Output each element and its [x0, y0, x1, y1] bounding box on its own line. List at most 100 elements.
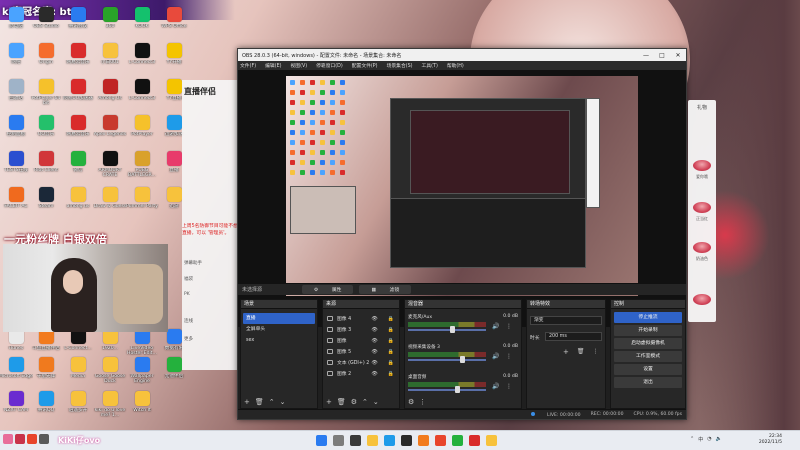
desktop-icon[interactable]: PotPlayer 64 bit — [30, 76, 62, 112]
desktop-icon[interactable]: 微信 — [62, 148, 94, 184]
lock-icon[interactable]: 🔒 — [388, 327, 394, 333]
volume-slider-knob[interactable] — [460, 356, 465, 363]
desktop-icon[interactable]: among us — [62, 184, 94, 220]
netease-music-icon[interactable] — [435, 435, 446, 446]
trash-icon[interactable]: 🗑 — [577, 348, 585, 356]
obs-preview-canvas[interactable] — [286, 76, 638, 296]
more-icon[interactable]: ⋮ — [419, 398, 426, 406]
obs-titlebar[interactable]: OBS 28.0.3 (64-bit, windows) - 配置文件: 未命名… — [238, 49, 686, 61]
desktop-icon[interactable]: FACEIT AC — [0, 184, 32, 220]
desktop-icon[interactable]: L-Connect3 — [126, 76, 158, 112]
obs-window[interactable]: OBS 28.0.3 (64-bit, windows) - 配置文件: 未命名… — [237, 48, 687, 420]
desktop-icon[interactable]: Origin — [30, 40, 62, 76]
more-icon[interactable]: ⋮ — [593, 348, 599, 356]
desktop-icon[interactable]: 回收站 — [0, 76, 32, 112]
wifi-icon[interactable]: ◔ — [707, 436, 711, 443]
desktop-icon[interactable]: 360 — [94, 4, 126, 40]
desktop-icon[interactable]: YY开播 — [158, 40, 190, 76]
trash-icon[interactable]: 🗑 — [337, 398, 346, 406]
menu-help[interactable]: 帮助(H) — [447, 62, 464, 69]
properties-button[interactable]: ⚙ 属性 — [302, 285, 354, 294]
desktop-icon[interactable]: 逍遥多开 — [62, 388, 94, 424]
desktop-icon[interactable]: 小白001 — [94, 40, 126, 76]
lips-gift-icon[interactable] — [693, 294, 711, 305]
eye-icon[interactable]: 👁 — [371, 327, 377, 333]
desktop-icon[interactable]: PotPlayer — [126, 112, 158, 148]
volume-slider-track[interactable] — [408, 389, 486, 391]
desktop-icon[interactable]: Microsoft Edge — [0, 354, 33, 390]
move-up-icon[interactable]: ⌃ — [362, 398, 368, 406]
desktop-icon[interactable]: Draw & Guess — [94, 184, 126, 220]
menu-profile[interactable]: 配置文件(P) — [352, 62, 378, 69]
desktop-icon[interactable]: 网易云音乐 — [62, 112, 94, 148]
volume-icon[interactable]: 🔈 — [716, 436, 722, 443]
maximize-button[interactable]: □ — [654, 52, 670, 59]
move-up-icon[interactable]: ⌃ — [269, 398, 275, 406]
desktop-icon[interactable]: NZXT CAM — [0, 388, 32, 424]
source-item[interactable]: 图像 3 👁 🔒 — [325, 324, 397, 335]
search-icon[interactable] — [333, 435, 344, 446]
lips-gift-icon[interactable] — [693, 160, 711, 171]
filters-button[interactable]: ▦ 滤镜 — [359, 285, 412, 294]
desktop-icon[interactable]: 此电脑 — [0, 4, 32, 40]
lock-icon[interactable]: 🔒 — [388, 371, 394, 377]
move-down-icon[interactable]: ⌄ — [373, 398, 379, 406]
exit-button[interactable]: 退出 — [614, 377, 682, 388]
volume-slider-track[interactable] — [408, 359, 486, 361]
desktop-icon[interactable]: 腾讯QQ — [30, 388, 62, 424]
minimize-button[interactable]: — — [638, 52, 654, 59]
volume-slider-track[interactable] — [408, 329, 486, 331]
app-icon[interactable] — [469, 435, 480, 446]
menu-edit[interactable]: 编辑(E) — [265, 62, 281, 69]
scene-item[interactable]: 全屏单头 — [243, 324, 315, 335]
stop-streaming-button[interactable]: 停止推流 — [614, 312, 682, 323]
speaker-icon[interactable]: 🔊 — [492, 383, 499, 390]
douyu-icon[interactable] — [418, 435, 429, 446]
obs-icon[interactable] — [401, 435, 412, 446]
desktop-icon[interactable]: Riot Client — [30, 148, 62, 184]
menu-docks[interactable]: 停靠窗口(D) — [316, 62, 343, 69]
studio-mode-button[interactable]: 工作室模式 — [614, 351, 682, 362]
speaker-icon[interactable]: 🔊 — [492, 323, 499, 330]
live-panel-row[interactable]: PK — [184, 292, 190, 297]
desktop-icon[interactable]: Media — [62, 354, 94, 390]
input-method-indicator[interactable]: 中 — [698, 436, 703, 443]
live-panel-row[interactable]: 弹幕助手 — [184, 260, 202, 266]
eye-icon[interactable]: 👁 — [371, 316, 377, 322]
source-item[interactable]: 图像 2 👁 🔒 — [325, 368, 397, 379]
desktop-icon[interactable]: 网易云音乐 — [62, 40, 94, 76]
desktop-icon[interactable]: Pummel Party — [126, 184, 158, 220]
lock-icon[interactable]: 🔒 — [388, 360, 394, 366]
live-panel-row[interactable]: 连线 — [184, 318, 193, 324]
source-item[interactable]: 图像 👁 🔒 — [325, 335, 397, 346]
settings-button[interactable]: 设置 — [614, 364, 682, 375]
close-button[interactable]: ✕ — [670, 52, 686, 59]
scene-item[interactable]: sex — [243, 335, 315, 346]
source-item[interactable]: 图像 5 👁 🔒 — [325, 346, 397, 357]
chevron-up-icon[interactable]: ⌃ — [690, 436, 694, 443]
desktop-icon[interactable]: Among Us — [94, 76, 126, 112]
scene-item[interactable]: 直播 — [243, 313, 315, 324]
eye-icon[interactable]: 👁 — [371, 349, 377, 355]
desktop-icon[interactable]: QQ音乐 — [30, 112, 62, 148]
gear-icon[interactable]: ⋮ — [506, 323, 512, 330]
desktop-icon[interactable]: Witch It — [126, 388, 158, 424]
add-icon[interactable]: + — [244, 398, 250, 406]
live-panel-row[interactable]: 更多 — [184, 336, 193, 342]
eye-icon[interactable]: 👁 — [371, 338, 377, 344]
duration-input[interactable]: 200 ms — [545, 332, 602, 341]
source-item[interactable]: 文本 (GDI+) 2 👁 🔒 — [325, 357, 397, 368]
desktop-icon[interactable]: OBS Studio — [30, 4, 62, 40]
menu-file[interactable]: 文件(F) — [240, 62, 256, 69]
gear-icon[interactable]: ⚙ — [351, 398, 357, 406]
lips-gift-icon[interactable] — [693, 242, 711, 253]
move-down-icon[interactable]: ⌄ — [280, 398, 286, 406]
transition-select[interactable]: 渐变 — [530, 316, 602, 325]
desktop-icon[interactable]: WPS Office — [158, 4, 190, 40]
desktop-icon[interactable]: 腾讯会议 — [62, 4, 94, 40]
speaker-icon[interactable]: 🔊 — [492, 353, 499, 360]
volume-slider-knob[interactable] — [455, 386, 460, 393]
desktop-icon[interactable]: 网易UU加速器 — [62, 76, 94, 112]
add-icon[interactable]: + — [326, 398, 332, 406]
eye-icon[interactable]: 👁 — [371, 371, 377, 377]
